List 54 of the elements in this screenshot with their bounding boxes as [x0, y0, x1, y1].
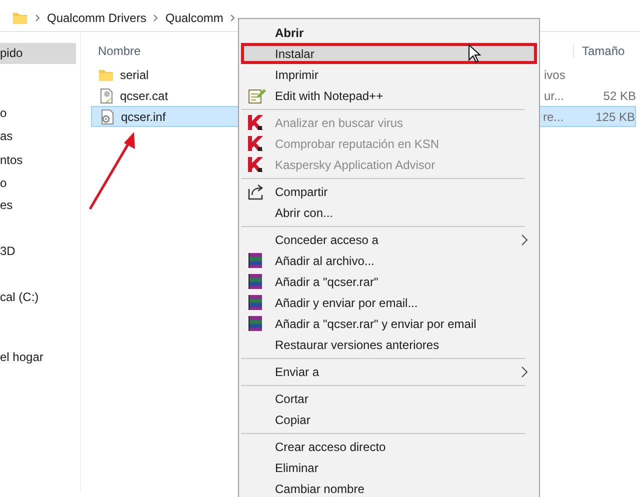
sidebar-item[interactable]: pido	[0, 43, 76, 64]
file-name: qcser.inf	[121, 110, 166, 124]
menu-item[interactable]: Copiar	[239, 409, 539, 430]
menu-item[interactable]: Añadir y enviar por email...	[239, 292, 539, 313]
menu-item[interactable]: Cambiar nombre	[239, 478, 539, 497]
file-type: re...	[543, 110, 565, 124]
menu-item[interactable]: Añadir a "qcser.rar"	[239, 271, 539, 292]
menu-item[interactable]: Eliminar	[239, 457, 539, 478]
sidebar-item[interactable]: es	[0, 195, 76, 216]
chevron-icon	[34, 14, 41, 22]
sidebar-item[interactable]: cal (C:)	[0, 287, 76, 308]
certificate-file-icon	[98, 88, 114, 104]
breadcrumb-item[interactable]: Qualcomm	[165, 10, 224, 24]
books-stack-icon	[247, 294, 264, 311]
file-name: qcser.cat	[120, 88, 168, 102]
column-header[interactable]: Tamaño	[573, 44, 636, 58]
notepad-icon	[247, 87, 267, 104]
menu-item[interactable]: Añadir a "qcser.rar" y enviar por email	[239, 313, 539, 334]
menu-item[interactable]: Restaurar versiones anteriores	[239, 334, 539, 355]
menu-item[interactable]: Añadir al archivo...	[239, 250, 539, 271]
share-icon	[247, 183, 264, 200]
sidebar-item[interactable]: ntos	[0, 150, 76, 171]
menu-item[interactable]: Enviar a	[239, 361, 539, 382]
file-type: ur...	[544, 88, 566, 102]
chevron-icon	[229, 14, 236, 22]
gear-file-icon	[99, 108, 115, 124]
menu-item[interactable]: Cortar	[239, 388, 539, 409]
books-stack-icon	[247, 315, 264, 332]
menu-item[interactable]: Abrir con...	[239, 202, 539, 223]
sidebar-item[interactable]: as	[0, 126, 76, 147]
menu-item[interactable]: Abrir	[239, 22, 539, 43]
sidebar-item[interactable]: o	[0, 173, 76, 194]
file-size: 125 KB	[594, 110, 635, 124]
column-header[interactable]: Nombre	[98, 44, 141, 58]
menu-item[interactable]: Conceder acceso a	[239, 229, 539, 250]
sidebar-item[interactable]: 3D	[0, 241, 76, 262]
menu-item[interactable]: Imprimir	[239, 64, 539, 85]
app-icon	[247, 156, 264, 173]
menu-item[interactable]: Crear acceso directo	[239, 436, 539, 457]
file-size: 52 KB	[602, 88, 636, 102]
mouse-cursor-icon	[468, 44, 481, 63]
menu-item[interactable]: Compartir	[239, 181, 539, 202]
chevron-icon	[152, 14, 160, 22]
sidebar-item[interactable]: o	[0, 103, 76, 124]
menu-item[interactable]: Instalar	[241, 43, 537, 64]
menu-item[interactable]: Edit with Notepad++	[239, 85, 539, 106]
sidebar-item[interactable]: el hogar	[0, 347, 76, 368]
app-icon	[247, 114, 264, 131]
file-type: ivos	[544, 68, 566, 82]
books-stack-icon	[247, 273, 264, 290]
books-stack-icon	[247, 252, 264, 269]
breadcrumb-item[interactable]: Qualcomm Drivers	[47, 10, 146, 24]
file-name: serial	[120, 68, 149, 82]
app-icon	[247, 135, 264, 152]
